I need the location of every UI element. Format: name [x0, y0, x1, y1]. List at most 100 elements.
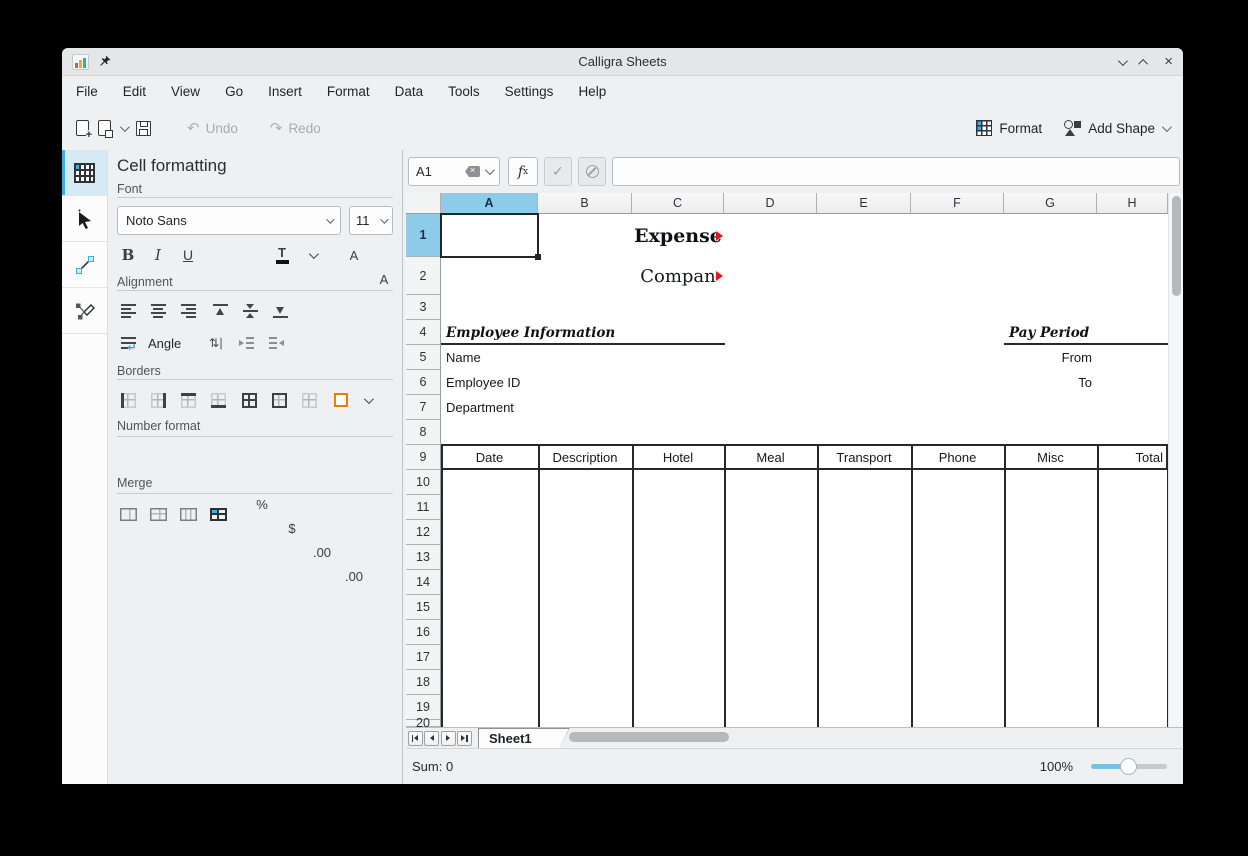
row-header-18[interactable]: 18: [406, 670, 441, 695]
column-header-f[interactable]: F: [911, 193, 1004, 214]
path-edit-tool-button[interactable]: [62, 288, 107, 334]
cell-e9[interactable]: Transport: [817, 445, 911, 470]
row-header-16[interactable]: 16: [406, 620, 441, 645]
shape-selection-tool-button[interactable]: [62, 196, 107, 242]
row-header-5[interactable]: 5: [406, 345, 441, 370]
angle-button[interactable]: Angle: [148, 331, 181, 355]
row-header-4[interactable]: 4: [406, 320, 441, 345]
unmerge-cells-button[interactable]: [206, 502, 230, 526]
increase-indent-button[interactable]: [234, 331, 258, 355]
row-header-13[interactable]: 13: [406, 545, 441, 570]
cell-grid[interactable]: ABCDEFGH1234567891011121314151617181920E…: [406, 193, 1168, 727]
menu-item-data[interactable]: Data: [395, 84, 424, 99]
cell-g6[interactable]: To: [1004, 370, 1097, 395]
align-bottom-button[interactable]: [268, 299, 292, 323]
new-document-icon[interactable]: [76, 120, 89, 136]
zoom-slider[interactable]: [1091, 764, 1167, 769]
menu-item-edit[interactable]: Edit: [123, 84, 146, 99]
horizontal-scrollbar-thumb[interactable]: [569, 732, 729, 742]
row-header-3[interactable]: 3: [406, 295, 441, 320]
horizontal-scrollbar[interactable]: [569, 732, 1181, 743]
menu-item-help[interactable]: Help: [578, 84, 606, 99]
cell-c1[interactable]: Expense: [632, 214, 724, 257]
open-dropdown-icon[interactable]: [120, 122, 130, 132]
select-all-corner[interactable]: [406, 193, 441, 214]
border-color-dropdown[interactable]: [355, 388, 379, 412]
align-middle-button[interactable]: [238, 299, 262, 323]
column-header-d[interactable]: D: [724, 193, 817, 214]
menu-item-tools[interactable]: Tools: [448, 84, 480, 99]
border-none-button[interactable]: [297, 388, 321, 412]
cell-c2[interactable]: Compan: [632, 257, 724, 295]
add-shape-button[interactable]: Add Shape: [1064, 120, 1169, 136]
border-bottom-button[interactable]: [206, 388, 230, 412]
menu-item-insert[interactable]: Insert: [268, 84, 302, 99]
border-top-button[interactable]: [176, 388, 200, 412]
cell-c9[interactable]: Hotel: [632, 445, 724, 470]
menu-item-file[interactable]: File: [76, 84, 98, 99]
merge-vertical-button[interactable]: [176, 502, 200, 526]
merge-cells-button[interactable]: [116, 502, 140, 526]
row-header-2[interactable]: 2: [406, 257, 441, 295]
column-header-c[interactable]: C: [632, 193, 724, 214]
align-left-button[interactable]: [116, 299, 140, 323]
vertical-text-button[interactable]: ⇅∣: [204, 331, 228, 355]
row-header-15[interactable]: 15: [406, 595, 441, 620]
row-header-20[interactable]: 20: [406, 720, 441, 727]
align-top-button[interactable]: [208, 299, 232, 323]
row-header-11[interactable]: 11: [406, 495, 441, 520]
open-document-icon[interactable]: [98, 120, 111, 136]
cell-d9[interactable]: Meal: [724, 445, 817, 470]
vertical-scrollbar[interactable]: [1168, 193, 1183, 727]
column-header-h[interactable]: H: [1097, 193, 1168, 214]
column-header-b[interactable]: B: [538, 193, 632, 214]
cell-f9[interactable]: Phone: [911, 445, 1004, 470]
close-button[interactable]: ×: [1164, 54, 1173, 69]
sheet-tab[interactable]: Sheet1: [478, 728, 570, 749]
decrease-indent-button[interactable]: [264, 331, 288, 355]
cell-a9[interactable]: Date: [441, 445, 538, 470]
cell-selection-marquee[interactable]: [440, 213, 539, 258]
cell-b9[interactable]: Description: [538, 445, 632, 470]
formula-wizard-button[interactable]: fx: [508, 157, 538, 186]
font-family-select[interactable]: Noto Sans: [117, 206, 341, 235]
font-size-select[interactable]: 11: [349, 206, 393, 235]
row-header-8[interactable]: 8: [406, 420, 441, 445]
border-all-button[interactable]: [237, 388, 261, 412]
column-header-e[interactable]: E: [817, 193, 911, 214]
row-header-9[interactable]: 9: [406, 445, 441, 470]
text-color-button[interactable]: T: [270, 243, 294, 267]
border-color-button[interactable]: [329, 388, 353, 412]
save-icon[interactable]: [136, 121, 151, 136]
next-sheet-button[interactable]: [441, 731, 456, 746]
cell-g5[interactable]: From: [1004, 345, 1097, 370]
border-left-button[interactable]: [116, 388, 140, 412]
wrap-text-button[interactable]: [116, 331, 140, 355]
row-header-7[interactable]: 7: [406, 395, 441, 420]
zoom-slider-handle[interactable]: [1120, 758, 1137, 775]
cell-a6[interactable]: Employee ID: [441, 370, 538, 395]
cell-a7[interactable]: Department: [441, 395, 538, 420]
bold-button[interactable]: B: [116, 243, 140, 267]
row-header-10[interactable]: 10: [406, 470, 441, 495]
format-button[interactable]: Format: [976, 120, 1042, 136]
row-header-6[interactable]: 6: [406, 370, 441, 395]
row-header-1[interactable]: 1: [406, 214, 441, 257]
align-center-button[interactable]: [146, 299, 170, 323]
row-header-17[interactable]: 17: [406, 645, 441, 670]
first-sheet-button[interactable]: [408, 731, 423, 746]
cell-g9[interactable]: Misc: [1004, 445, 1097, 470]
selection-fill-handle[interactable]: [535, 254, 541, 260]
formula-input[interactable]: [612, 157, 1180, 186]
cell-a4[interactable]: Employee Information: [441, 320, 538, 345]
menu-item-view[interactable]: View: [171, 84, 200, 99]
italic-button[interactable]: I: [146, 243, 170, 267]
column-header-a[interactable]: A: [441, 193, 538, 214]
menu-item-settings[interactable]: Settings: [505, 84, 554, 99]
cell-a5[interactable]: Name: [441, 345, 538, 370]
cell-ref-dropdown-icon[interactable]: [485, 165, 495, 175]
border-right-button[interactable]: [146, 388, 170, 412]
maximize-button[interactable]: [1141, 53, 1148, 71]
menu-item-format[interactable]: Format: [327, 84, 370, 99]
cell-g4[interactable]: Pay Period: [1004, 320, 1097, 345]
